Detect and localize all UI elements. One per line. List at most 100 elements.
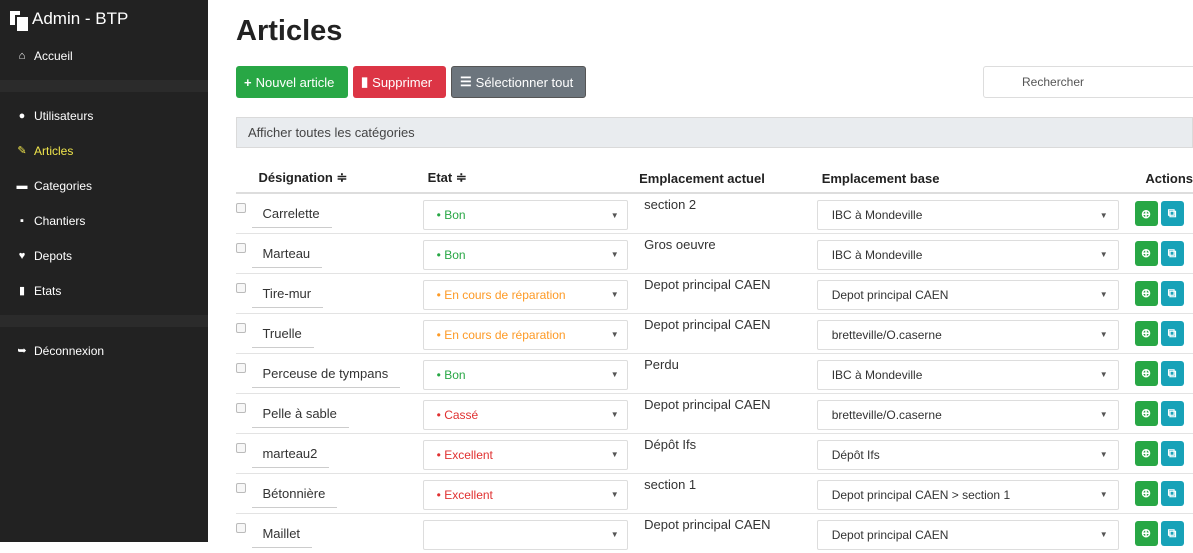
add-article-button[interactable]: + Nouvel article	[236, 66, 348, 98]
etat-cell: • Excellent ▼	[422, 472, 635, 513]
etat-select[interactable]: • Excellent ▼	[422, 439, 628, 470]
category-filter-toggle[interactable]: Afficher toutes les catégories	[236, 117, 1193, 148]
etat-select[interactable]: • Bon ▼	[422, 200, 628, 230]
emplacement-actuel-value: Depot principal CAEN	[644, 276, 771, 292]
row-select-cell	[236, 352, 253, 393]
etat-select[interactable]: ▼	[422, 519, 628, 550]
emplacement-base-select[interactable]: bretteville/O.caserne ▼	[816, 399, 1119, 430]
actions-cell: ⊕ ⧉	[1132, 272, 1193, 313]
articles-table: Désignation ≑ Etat ≑ Emplacement actuel …	[236, 164, 1193, 553]
etat-select[interactable]: • Bon ▼	[422, 239, 628, 270]
header-designation[interactable]: Désignation ≑	[252, 164, 423, 194]
emplacement-base-select[interactable]: Depot principal CAEN ▼	[816, 279, 1119, 310]
chevron-down-icon: ▼	[1099, 330, 1108, 339]
view-button[interactable]: ⊕	[1134, 480, 1158, 506]
sidebar-item-articles[interactable]: ✎ Articles	[0, 133, 208, 168]
sidebar-item-depots[interactable]: ♥ Depots	[0, 238, 208, 273]
actions-cell: ⊕ ⧉	[1132, 232, 1193, 273]
emplacement-base-select[interactable]: IBC à Mondeville ▼	[816, 200, 1119, 230]
etat-value: • Cassé	[436, 407, 479, 422]
etat-cell: • Bon ▼	[422, 232, 635, 273]
emplacement-base-select[interactable]: IBC à Mondeville ▼	[816, 359, 1119, 390]
sidebar-item-utilisateurs[interactable]: ● Utilisateurs	[0, 98, 208, 133]
row-checkbox[interactable]	[236, 322, 246, 333]
duplicate-button[interactable]: ⧉	[1160, 280, 1184, 306]
row-select-cell	[236, 232, 253, 273]
actions-cell: ⊕ ⧉	[1132, 432, 1193, 473]
designation-field[interactable]: Marteau	[252, 242, 323, 268]
duplicate-button[interactable]: ⧉	[1160, 240, 1184, 266]
emplacement-base-select[interactable]: Depot principal CAEN > section 1 ▼	[816, 479, 1119, 510]
view-button[interactable]: ⊕	[1134, 320, 1158, 346]
etat-value: • Bon	[436, 367, 466, 382]
zoom-icon: ⊕	[1141, 206, 1152, 221]
sidebar-item-etats[interactable]: ▮ Etats	[0, 273, 208, 308]
view-button[interactable]: ⊕	[1134, 360, 1158, 386]
row-checkbox[interactable]	[236, 522, 246, 533]
row-checkbox[interactable]	[236, 442, 246, 453]
view-button[interactable]: ⊕	[1134, 201, 1158, 226]
delete-button[interactable]: ▮ Supprimer	[353, 66, 446, 98]
designation-field[interactable]: Maillet	[252, 522, 313, 548]
row-checkbox[interactable]	[236, 203, 246, 213]
emplacement-base-select[interactable]: Dépôt Ifs ▼	[816, 439, 1119, 470]
view-button[interactable]: ⊕	[1134, 240, 1158, 266]
sidebar-item-categories[interactable]: ▬ Categories	[0, 168, 208, 203]
etat-select[interactable]: • En cours de réparation ▼	[422, 319, 628, 350]
designation-cell: Tire-mur	[252, 272, 423, 313]
view-button[interactable]: ⊕	[1134, 440, 1158, 466]
view-button[interactable]: ⊕	[1134, 280, 1158, 306]
duplicate-button[interactable]: ⧉	[1160, 440, 1184, 466]
zoom-icon: ⊕	[1141, 526, 1152, 540]
designation-field[interactable]: Truelle	[252, 322, 314, 348]
etat-select[interactable]: • Cassé ▼	[422, 399, 628, 430]
designation-cell: Perceuse de tympans	[252, 352, 423, 393]
header-actions: Actions	[1132, 164, 1193, 194]
emplacement-base-select[interactable]: IBC à Mondeville ▼	[816, 239, 1119, 270]
emplacement-actuel-cell: Depot principal CAEN	[634, 512, 817, 553]
emplacement-base-select[interactable]: bretteville/O.caserne ▼	[816, 319, 1119, 350]
duplicate-button[interactable]: ⧉	[1160, 320, 1184, 346]
designation-field[interactable]: Bétonnière	[252, 482, 338, 508]
etat-select[interactable]: • Bon ▼	[422, 359, 628, 390]
copy-icon: ⧉	[1167, 485, 1177, 500]
add-article-label: Nouvel article	[255, 74, 335, 90]
header-etat[interactable]: Etat ≑	[422, 164, 635, 194]
designation-field[interactable]: Pelle à sable	[252, 402, 349, 428]
emplacement-actuel-value: Depot principal CAEN	[644, 516, 771, 532]
select-all-label: Sélectionner tout	[475, 74, 574, 90]
emplacement-actuel-value: section 1	[644, 476, 697, 492]
duplicate-button[interactable]: ⧉	[1160, 400, 1184, 426]
search-placeholder: Rechercher	[1022, 75, 1085, 89]
etat-select[interactable]: • Excellent ▼	[422, 479, 628, 510]
designation-field[interactable]: Perceuse de tympans	[252, 362, 401, 388]
sidebar-item-deconnexion[interactable]: ➥ Déconnexion	[0, 333, 208, 368]
emplacement-base-cell: Depot principal CAEN ▼	[816, 512, 1133, 553]
etat-select[interactable]: • En cours de réparation ▼	[422, 279, 628, 310]
chevron-down-icon: ▼	[610, 450, 619, 459]
designation-field[interactable]: marteau2	[252, 442, 330, 468]
designation-cell: Carrelette	[252, 192, 423, 233]
row-checkbox[interactable]	[236, 242, 246, 253]
sidebar-item-accueil[interactable]: ⌂ Accueil	[0, 38, 208, 73]
emplacement-base-select[interactable]: Depot principal CAEN ▼	[816, 519, 1119, 550]
view-button[interactable]: ⊕	[1134, 400, 1158, 426]
duplicate-button[interactable]: ⧉	[1160, 201, 1184, 226]
row-checkbox[interactable]	[236, 402, 246, 413]
row-select-cell	[236, 472, 253, 513]
search-input[interactable]: Rechercher	[983, 66, 1193, 98]
brand[interactable]: Admin - BTP	[0, 0, 208, 38]
sidebar-item-chantiers[interactable]: ▪ Chantiers	[0, 203, 208, 238]
emplacement-base-value: bretteville/O.caserne	[831, 407, 942, 422]
select-all-button[interactable]: ☰ Sélectionner tout	[451, 66, 586, 98]
designation-field[interactable]: Carrelette	[252, 202, 332, 228]
table-row: Bétonnière • Excellent ▼ section 1 Depot pri…	[236, 472, 1193, 513]
row-checkbox[interactable]	[236, 282, 246, 293]
row-checkbox[interactable]	[236, 362, 246, 373]
emplacement-actuel-cell: Depot principal CAEN	[634, 392, 817, 433]
etat-cell: • Cassé ▼	[422, 392, 635, 433]
duplicate-button[interactable]: ⧉	[1160, 480, 1184, 506]
row-checkbox[interactable]	[236, 482, 246, 493]
duplicate-button[interactable]: ⧉	[1160, 360, 1184, 386]
designation-field[interactable]: Tire-mur	[252, 282, 324, 308]
